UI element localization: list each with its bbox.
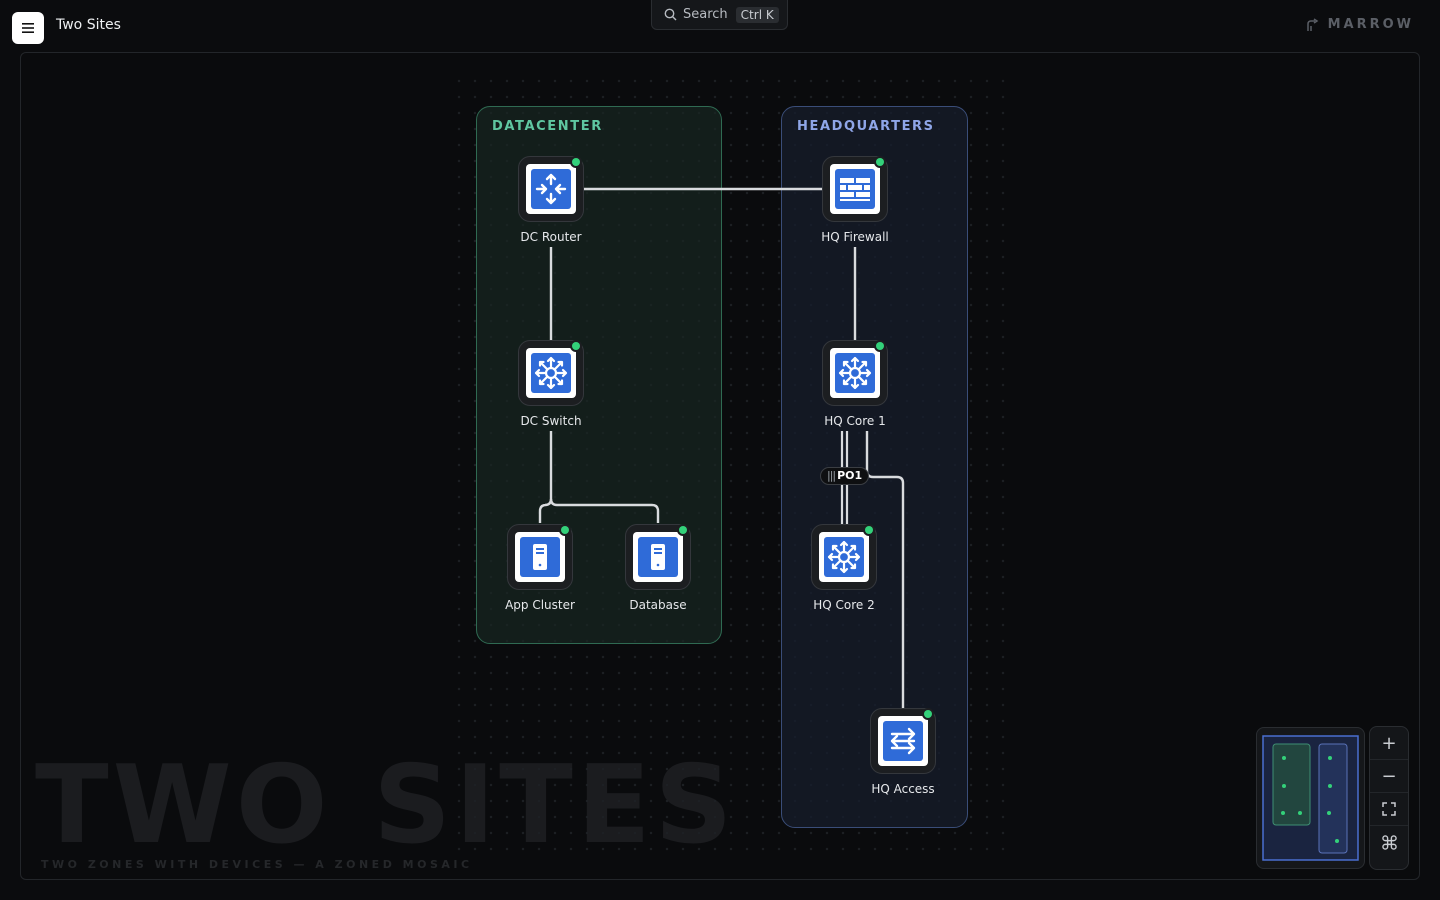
link-dcswitch-database	[549, 498, 660, 523]
search-shortcut: Ctrl K	[735, 6, 779, 23]
zoom-out-button[interactable]: −	[1370, 759, 1408, 792]
node-database[interactable]: Database	[613, 524, 703, 612]
link-dcswitch-appcluster	[538, 431, 553, 523]
node-label: DC Switch	[520, 414, 582, 428]
diagram-canvas[interactable]: TWO SITES TWO ZONES WITH DEVICES — A ZON…	[20, 52, 1420, 880]
access-switch-icon	[883, 721, 923, 761]
node-hq-core-1[interactable]: HQ Core 1	[810, 340, 900, 428]
menu-button[interactable]	[12, 12, 44, 44]
fit-icon	[1382, 802, 1396, 816]
command-icon	[1381, 834, 1397, 850]
minimap-preview	[1262, 735, 1359, 861]
server-icon	[520, 537, 560, 577]
minus-icon: −	[1381, 765, 1397, 787]
brand-name: MARROW	[1327, 17, 1414, 32]
status-online-indicator	[572, 342, 580, 350]
node-label: HQ Firewall	[821, 230, 889, 244]
hamburger-icon	[22, 23, 34, 33]
minimap[interactable]	[1256, 727, 1365, 869]
node-label: Database	[629, 598, 687, 612]
status-online-indicator	[876, 342, 884, 350]
status-online-indicator	[679, 526, 687, 534]
node-label: HQ Core 2	[813, 598, 875, 612]
server-icon	[638, 537, 678, 577]
node-label: App Cluster	[505, 598, 575, 612]
node-app-cluster[interactable]: App Cluster	[495, 524, 585, 612]
firewall-icon	[835, 169, 875, 209]
node-hq-access[interactable]: HQ Access	[858, 708, 948, 796]
search-icon	[664, 8, 677, 21]
node-hq-core-2[interactable]: HQ Core 2	[799, 524, 889, 612]
zoom-in-button[interactable]: +	[1370, 727, 1408, 759]
fit-view-button[interactable]	[1370, 792, 1408, 825]
status-online-indicator	[876, 158, 884, 166]
router-icon	[531, 169, 571, 209]
po-label-text: PO1	[837, 469, 863, 482]
status-online-indicator	[865, 526, 873, 534]
node-label: DC Router	[520, 230, 582, 244]
shortcuts-button[interactable]	[1370, 825, 1408, 858]
node-label: HQ Core 1	[824, 414, 886, 428]
node-dc-router[interactable]: DC Router	[506, 156, 596, 244]
node-hq-firewall[interactable]: HQ Firewall	[810, 156, 900, 244]
links-layer	[538, 187, 905, 708]
switch-icon	[531, 353, 571, 393]
plus-icon: +	[1381, 732, 1397, 754]
status-online-indicator	[924, 710, 932, 718]
switch-icon	[835, 353, 875, 393]
switch-icon	[824, 537, 864, 577]
zoom-controls: + −	[1369, 726, 1409, 870]
search-label: Search	[683, 7, 728, 22]
link-label-po1[interactable]: ||| PO1	[820, 467, 870, 485]
document-title: Two Sites	[56, 17, 121, 33]
node-dc-switch[interactable]: DC Switch	[506, 340, 596, 428]
node-label: HQ Access	[871, 782, 935, 796]
brand: MARROW	[1306, 17, 1414, 32]
brand-logo-icon	[1306, 17, 1318, 31]
minimap-zone-headquarters	[1318, 743, 1348, 854]
status-online-indicator	[561, 526, 569, 534]
minimap-zone-datacenter	[1272, 743, 1311, 826]
search-button[interactable]: Search Ctrl K	[651, 0, 788, 30]
status-online-indicator	[572, 158, 580, 166]
